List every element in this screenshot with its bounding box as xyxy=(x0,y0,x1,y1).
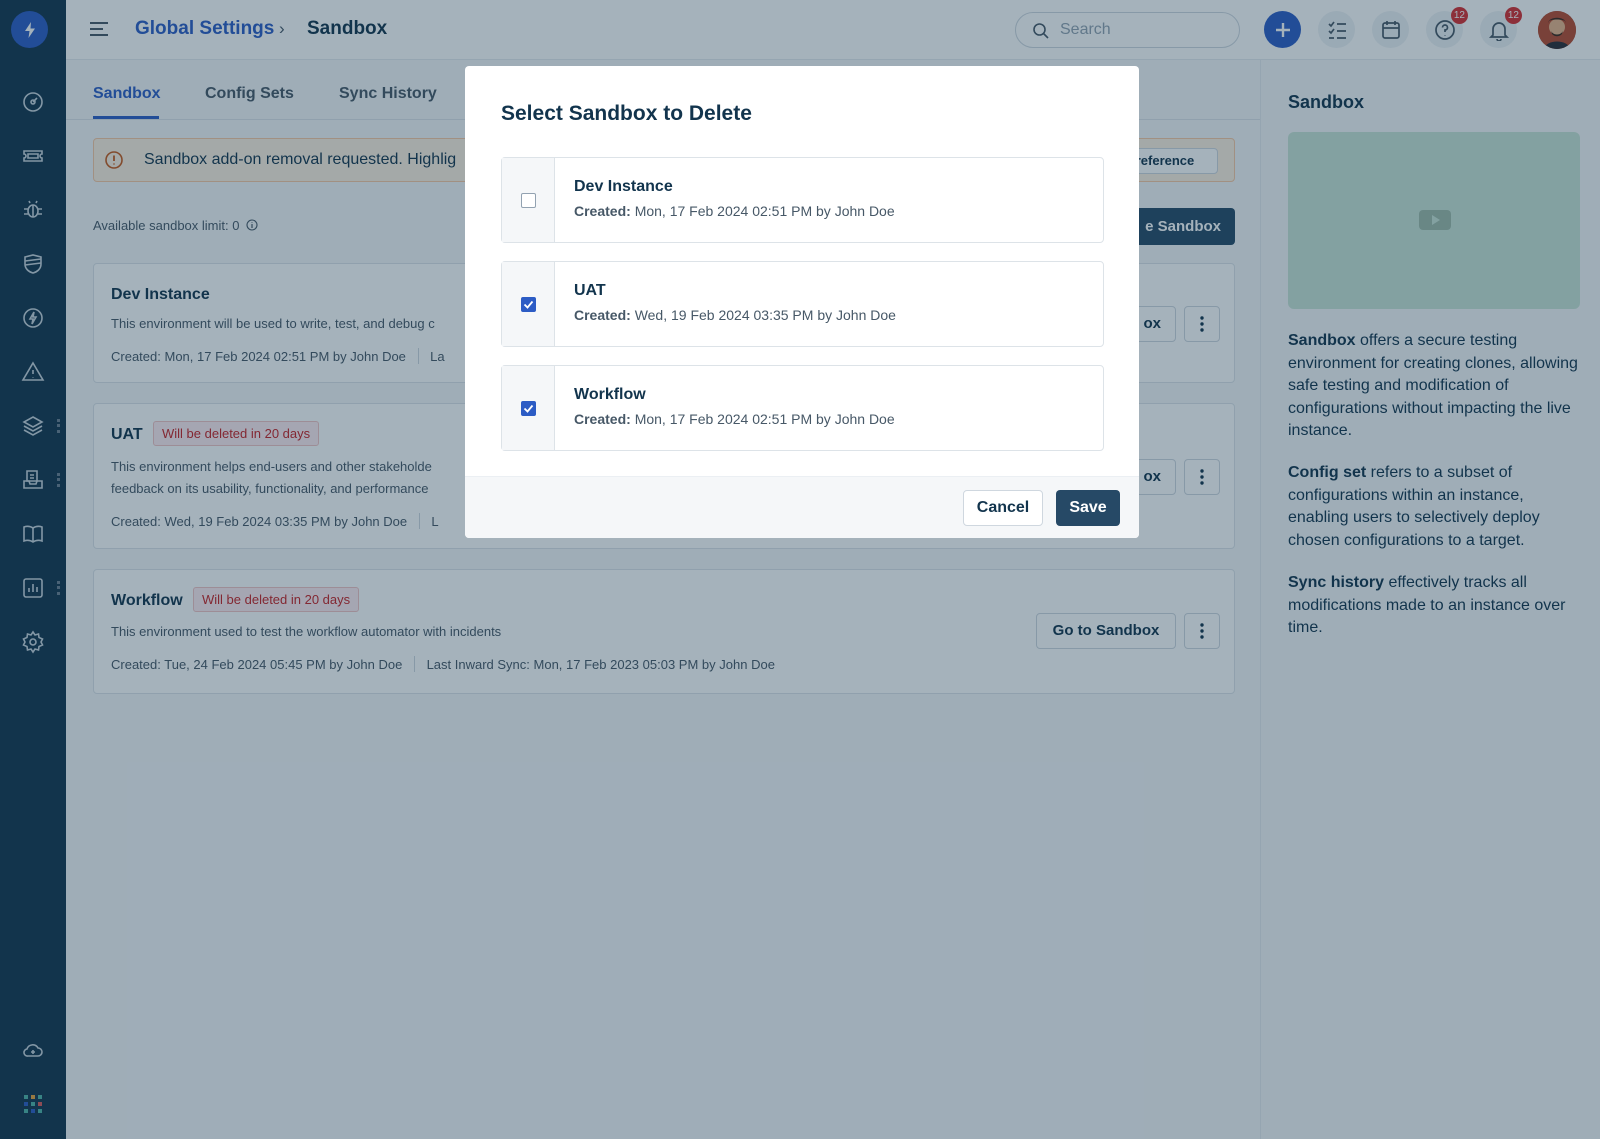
created-value: Mon, 17 Feb 2024 02:51 PM by John Doe xyxy=(634,203,895,219)
option-meta: Created: Wed, 19 Feb 2024 03:35 PM by Jo… xyxy=(574,307,896,323)
option-meta: Created: Mon, 17 Feb 2024 02:51 PM by Jo… xyxy=(574,203,895,219)
option-name: Dev Instance xyxy=(574,178,673,195)
created-label: Created: xyxy=(574,411,631,427)
delete-sandbox-dialog: Select Sandbox to Delete Dev Instance Cr… xyxy=(465,66,1139,538)
option-name: UAT xyxy=(574,282,606,299)
save-button[interactable]: Save xyxy=(1056,490,1120,526)
sandbox-option-uat[interactable]: UAT Created: Wed, 19 Feb 2024 03:35 PM b… xyxy=(501,261,1104,347)
created-label: Created: xyxy=(574,203,631,219)
dialog-footer: Cancel Save xyxy=(465,476,1139,538)
cancel-button[interactable]: Cancel xyxy=(963,490,1043,526)
option-checkbox[interactable] xyxy=(521,401,536,416)
option-name: Workflow xyxy=(574,386,646,403)
created-value: Mon, 17 Feb 2024 02:51 PM by John Doe xyxy=(634,411,895,427)
option-checkbox[interactable] xyxy=(521,297,536,312)
created-value: Wed, 19 Feb 2024 03:35 PM by John Doe xyxy=(634,307,896,323)
sandbox-option-workflow[interactable]: Workflow Created: Mon, 17 Feb 2024 02:51… xyxy=(501,365,1104,451)
check-icon xyxy=(523,404,534,413)
check-icon xyxy=(523,300,534,309)
created-label: Created: xyxy=(574,307,631,323)
checkbox-column xyxy=(502,366,555,450)
sandbox-option-dev-instance[interactable]: Dev Instance Created: Mon, 17 Feb 2024 0… xyxy=(501,157,1104,243)
checkbox-column xyxy=(502,158,555,242)
dialog-title: Select Sandbox to Delete xyxy=(501,102,752,125)
option-meta: Created: Mon, 17 Feb 2024 02:51 PM by Jo… xyxy=(574,411,895,427)
checkbox-column xyxy=(502,262,555,346)
option-checkbox[interactable] xyxy=(521,193,536,208)
